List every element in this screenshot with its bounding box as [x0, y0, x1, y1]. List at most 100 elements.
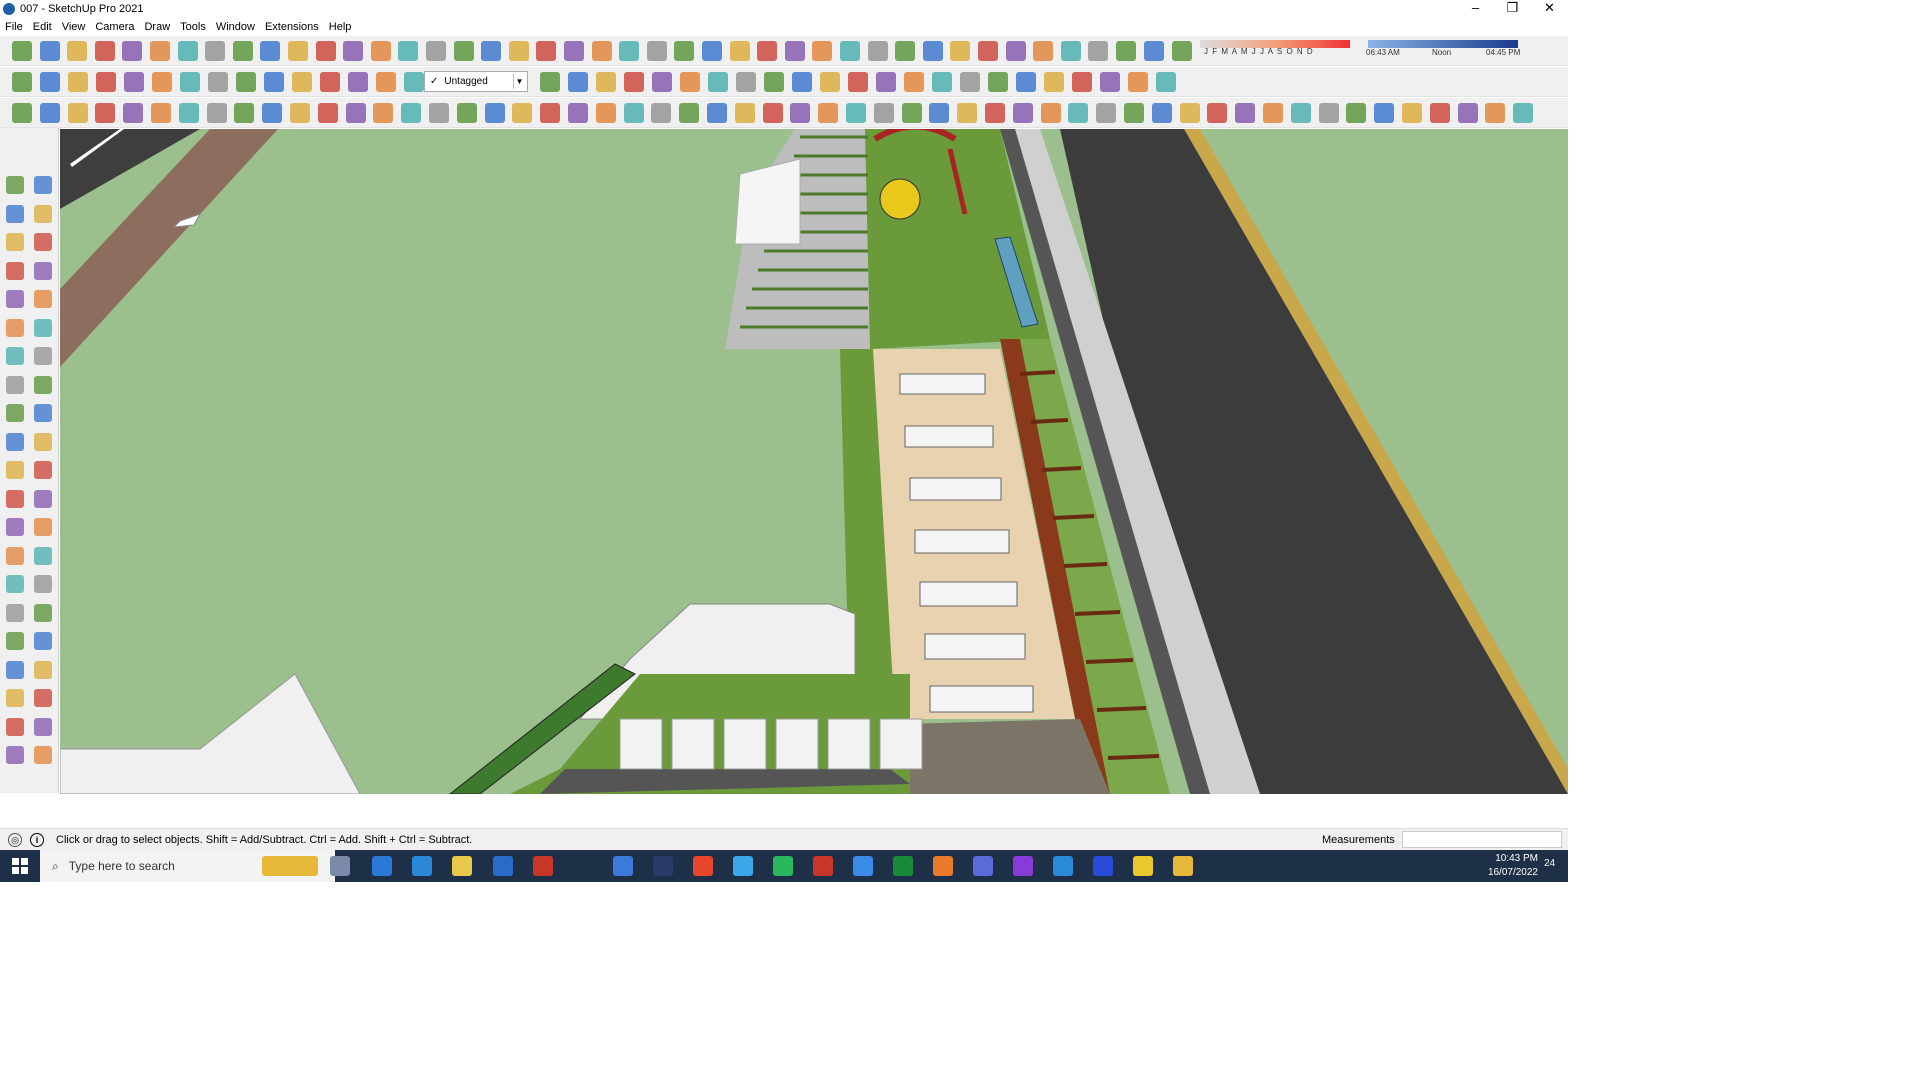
toolbar-tool-icon[interactable]: [978, 41, 998, 61]
toolbar-tool-icon[interactable]: [401, 103, 422, 123]
tool-icon[interactable]: [6, 404, 24, 422]
toolbar-tool-icon[interactable]: [929, 103, 950, 123]
toolbar-tool-icon[interactable]: [540, 103, 561, 123]
toolbar-tool-icon[interactable]: [260, 41, 281, 61]
toolbar-tool-icon[interactable]: [292, 72, 312, 92]
toolbar-tool-icon[interactable]: [206, 103, 227, 123]
toolbar-tool-icon[interactable]: [652, 72, 672, 92]
taskbar-app-icon[interactable]: [653, 856, 673, 876]
tool-icon[interactable]: [6, 461, 24, 479]
toolbar-tool-icon[interactable]: [1235, 103, 1256, 123]
toolbar-tool-icon[interactable]: [376, 72, 396, 92]
toolbar-tool-icon[interactable]: [208, 72, 228, 92]
toolbar-tool-icon[interactable]: [1485, 103, 1506, 123]
toolbar-tool-icon[interactable]: [646, 41, 667, 61]
toolbar-tool-icon[interactable]: [1124, 103, 1144, 123]
menu-help[interactable]: Help: [324, 21, 357, 33]
toolbar-tool-icon[interactable]: [236, 72, 256, 92]
toolbar-tool-icon[interactable]: [370, 41, 391, 61]
toolbar-tool-icon[interactable]: [1402, 103, 1422, 123]
toolbar-tool-icon[interactable]: [651, 103, 672, 123]
menu-extensions[interactable]: Extensions: [260, 21, 324, 33]
tool-icon[interactable]: [34, 233, 52, 251]
taskbar-app-icon[interactable]: [773, 856, 793, 876]
toolbar-tool-icon[interactable]: [762, 103, 783, 123]
tool-icon[interactable]: [34, 660, 52, 679]
taskbar-app-icon[interactable]: [853, 856, 873, 876]
tool-icon[interactable]: [34, 375, 52, 394]
tool-icon[interactable]: [6, 546, 24, 565]
toolbar-tool-icon[interactable]: [262, 103, 283, 123]
toolbar-tool-icon[interactable]: [94, 41, 115, 61]
toolbar-tool-icon[interactable]: [540, 72, 560, 92]
toolbar-tool-icon[interactable]: [1096, 103, 1117, 123]
menu-view[interactable]: View: [57, 21, 91, 33]
toolbar-tool-icon[interactable]: [429, 103, 449, 123]
tool-icon[interactable]: [34, 575, 52, 593]
tool-icon[interactable]: [34, 632, 52, 650]
toolbar-tool-icon[interactable]: [619, 41, 640, 61]
toolbar-tool-icon[interactable]: [848, 72, 868, 92]
taskbar-app-icon[interactable]: [973, 856, 993, 876]
toolbar-tool-icon[interactable]: [320, 72, 340, 92]
tool-icon[interactable]: [34, 261, 52, 280]
taskbar-app-icon[interactable]: [493, 856, 513, 876]
toolbar-tool-icon[interactable]: [152, 72, 172, 92]
toolbar-tool-icon[interactable]: [1429, 103, 1450, 123]
toolbar-tool-icon[interactable]: [426, 41, 446, 61]
tool-icon[interactable]: [34, 689, 52, 707]
toolbar-tool-icon[interactable]: [895, 41, 916, 61]
toolbar-tool-icon[interactable]: [232, 41, 253, 61]
toolbar-tool-icon[interactable]: [792, 72, 812, 92]
toolbar-tool-icon[interactable]: [1513, 103, 1534, 123]
toolbar-tool-icon[interactable]: [536, 41, 557, 61]
toolbar-tool-icon[interactable]: [96, 72, 116, 92]
info-icon[interactable]: i: [30, 832, 44, 847]
toolbar-tool-icon[interactable]: [922, 41, 943, 61]
toolbar-tool-icon[interactable]: [674, 41, 695, 61]
tool-icon[interactable]: [6, 347, 24, 365]
tool-icon[interactable]: [34, 489, 52, 508]
toolbar-tool-icon[interactable]: [623, 103, 644, 123]
toolbar-tool-icon[interactable]: [67, 103, 88, 123]
tool-icon[interactable]: [34, 518, 52, 536]
toolbar-tool-icon[interactable]: [764, 72, 784, 92]
tool-icon[interactable]: [6, 689, 24, 707]
taskbar-app-icon[interactable]: [1173, 856, 1193, 876]
tool-icon[interactable]: [6, 489, 24, 508]
toolbar-tool-icon[interactable]: [151, 103, 171, 123]
toolbar-tool-icon[interactable]: [1005, 41, 1026, 61]
tool-icon[interactable]: [6, 233, 24, 251]
toolbar-tool-icon[interactable]: [784, 41, 805, 61]
toolbar-tool-icon[interactable]: [818, 103, 839, 123]
toolbar-tool-icon[interactable]: [680, 72, 700, 92]
taskbar-app-icon[interactable]: [613, 856, 633, 876]
taskbar-app-icon[interactable]: [330, 856, 350, 876]
menu-file[interactable]: File: [0, 21, 28, 33]
tool-icon[interactable]: [34, 204, 52, 223]
taskbar-app-icon[interactable]: [1013, 856, 1033, 876]
toolbar-tool-icon[interactable]: [345, 103, 366, 123]
tool-icon[interactable]: [34, 603, 52, 622]
taskbar-app-icon[interactable]: [452, 856, 472, 876]
tags-dropdown[interactable]: ✓ Untagged ▼: [424, 71, 528, 92]
tool-icon[interactable]: [6, 717, 24, 736]
toolbar-tool-icon[interactable]: [790, 103, 811, 123]
toolbar-tool-icon[interactable]: [1060, 41, 1081, 61]
system-clock[interactable]: 10:43 PM 16/07/2022: [1480, 852, 1538, 880]
toolbar-tool-icon[interactable]: [729, 41, 750, 61]
toolbar-tool-icon[interactable]: [404, 72, 424, 92]
toolbar-tool-icon[interactable]: [1012, 103, 1033, 123]
toolbar-tool-icon[interactable]: [373, 103, 394, 123]
toolbar-tool-icon[interactable]: [876, 72, 896, 92]
toolbar-tool-icon[interactable]: [317, 103, 338, 123]
toolbar-tool-icon[interactable]: [932, 72, 952, 92]
toolbar-tool-icon[interactable]: [1457, 103, 1478, 123]
toolbar-tool-icon[interactable]: [205, 41, 226, 61]
toolbar-tool-icon[interactable]: [12, 72, 32, 92]
toolbar-tool-icon[interactable]: [950, 41, 971, 61]
taskbar-app-icon[interactable]: [1133, 856, 1153, 876]
toolbar-tool-icon[interactable]: [591, 41, 612, 61]
tool-icon[interactable]: [6, 660, 24, 679]
toolbar-tool-icon[interactable]: [481, 41, 502, 61]
